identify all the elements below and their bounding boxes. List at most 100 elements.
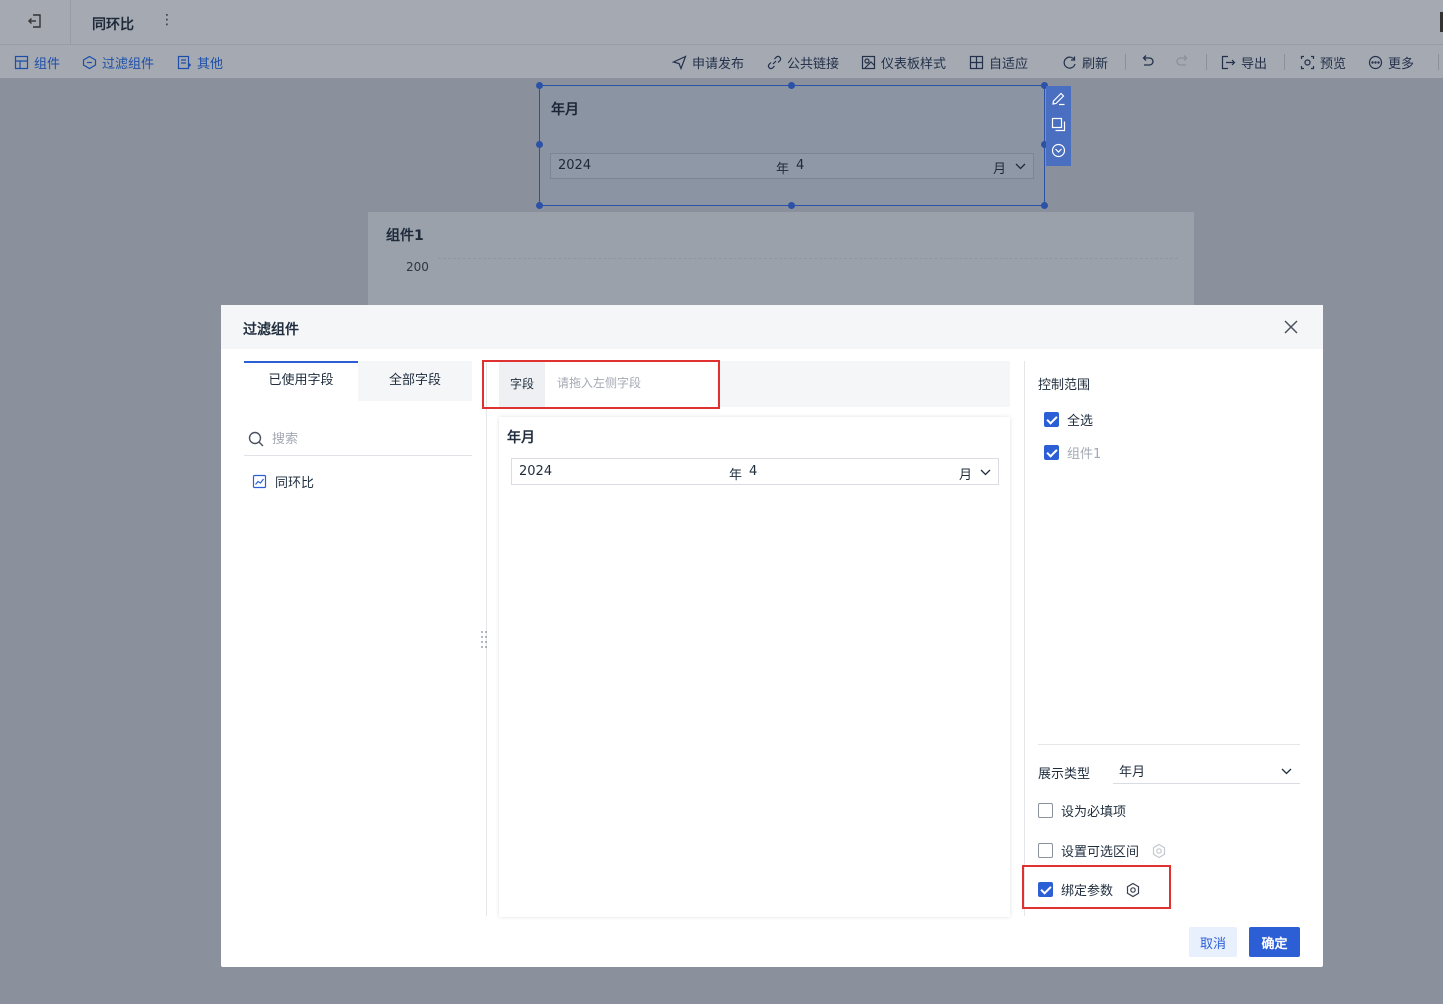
edit-icon[interactable] [1051, 91, 1066, 106]
toolbar-label: 自适应 [989, 57, 1029, 72]
toolbar-filter-widget[interactable]: 过滤组件 [82, 53, 154, 72]
preview-date-select[interactable]: 2024 年 4 月 [511, 458, 999, 485]
gear-icon[interactable] [1125, 882, 1141, 898]
tab-all-fields[interactable]: 全部字段 [358, 361, 472, 401]
chevron-down-icon [1015, 163, 1026, 170]
control-scope-title: 控制范围 [1038, 378, 1091, 393]
add-widget-icon [14, 55, 29, 70]
field-label: 字段 [499, 361, 545, 407]
toolbar-dashboard-style[interactable]: 仪表板样式 [861, 53, 946, 72]
preview-title: 年月 [507, 430, 535, 446]
checkbox[interactable] [1044, 412, 1059, 427]
field-search [244, 423, 472, 456]
resize-handle[interactable] [788, 202, 795, 209]
dialog-header: 过滤组件 [221, 305, 1323, 349]
required-checkbox[interactable]: 设为必填项 [1038, 801, 1126, 820]
select-all-checkbox[interactable]: 全选 [1044, 410, 1093, 429]
toolbar-export[interactable]: 导出 [1221, 53, 1267, 72]
checkbox-label: 绑定参数 [1061, 884, 1114, 899]
tab-used-fields[interactable]: 已使用字段 [244, 361, 358, 401]
toolbar-publish[interactable]: 申请发布 [672, 53, 744, 72]
toolbar-label: 导出 [1241, 57, 1268, 72]
gridline [438, 258, 1178, 259]
toolbar-adaptive[interactable]: 自适应 [969, 53, 1028, 72]
toolbar-redo[interactable] [1175, 53, 1190, 68]
resize-handle[interactable] [1041, 202, 1048, 209]
checkbox[interactable] [1044, 445, 1059, 460]
year-suffix: 年 [776, 162, 790, 177]
checkbox[interactable] [1038, 803, 1053, 818]
toolbar-label: 更多 [1388, 57, 1415, 72]
chevron-down-icon [1281, 768, 1292, 775]
toolbar-label: 组件 [34, 57, 61, 72]
copy-icon[interactable] [1051, 117, 1066, 132]
search-icon [248, 431, 264, 447]
divider [1125, 54, 1126, 70]
month-suffix: 月 [993, 162, 1007, 177]
style-icon [861, 55, 876, 70]
divider [1284, 54, 1285, 70]
field-item[interactable]: 同环比 [252, 472, 314, 491]
toolbar-public-link[interactable]: 公共链接 [767, 53, 839, 72]
checkbox[interactable] [1038, 882, 1053, 897]
top-bar: 同环比 ⋮ [0, 0, 1443, 45]
toolbar-other[interactable]: 其他 [177, 53, 223, 72]
close-icon[interactable] [1283, 319, 1299, 335]
display-type-select[interactable]: 年月 [1113, 756, 1300, 784]
month-suffix: 月 [959, 468, 973, 483]
preview-icon [1300, 55, 1315, 70]
bind-param-checkbox[interactable]: 绑定参数 [1038, 880, 1141, 899]
range-checkbox[interactable]: 设置可选区间 [1038, 841, 1167, 860]
toolbar-more[interactable]: 更多 [1368, 53, 1414, 72]
toolbar-add-widget[interactable]: 组件 [14, 53, 60, 72]
toolbar-label: 预览 [1320, 57, 1347, 72]
divider [1206, 54, 1207, 70]
canvas-filter-widget[interactable]: 年 月 2024 年 4 月 [539, 85, 1045, 206]
resize-handle[interactable] [536, 82, 543, 89]
toolbar-preview[interactable]: 预览 [1300, 53, 1346, 72]
toolbar-label: 其他 [197, 57, 224, 72]
exit-icon[interactable] [26, 12, 44, 30]
y-axis-tick: 200 [406, 260, 429, 274]
divider [1438, 54, 1439, 70]
checkbox-label: 组件1 [1067, 447, 1102, 462]
toolbar: 组件 过滤组件 其他 申请发布 公共链接 仪表板样式 自适应 刷新 导出 预览 … [0, 45, 1443, 78]
collapse-icon[interactable] [1051, 143, 1066, 158]
title-menu-icon[interactable]: ⋮ [160, 12, 174, 28]
scope-item-checkbox[interactable]: 组件1 [1044, 443, 1101, 462]
resize-handle[interactable] [788, 82, 795, 89]
grid-icon [969, 55, 984, 70]
divider [1038, 744, 1300, 745]
other-icon [177, 55, 191, 70]
toolbar-label: 过滤组件 [102, 57, 155, 72]
toolbar-label: 刷新 [1082, 57, 1109, 72]
field-drop-zone[interactable]: 请拖入左侧字段 [545, 361, 717, 407]
redo-icon [1176, 55, 1188, 66]
resize-handle[interactable] [536, 141, 543, 148]
confirm-button[interactable]: 确定 [1249, 927, 1300, 957]
field-name: 同环比 [275, 476, 315, 491]
undo-icon [1142, 55, 1154, 66]
drag-handle-icon[interactable] [480, 630, 488, 648]
toolbar-undo[interactable] [1140, 53, 1155, 68]
canvas-date-select[interactable]: 2024 年 4 月 [550, 153, 1034, 179]
toolbar-label: 仪表板样式 [881, 57, 947, 72]
checkbox[interactable] [1038, 843, 1053, 858]
more-icon [1368, 55, 1383, 70]
month-value: 4 [749, 464, 758, 479]
divider [70, 0, 71, 45]
canvas-chart-widget[interactable]: 组件1 200 [368, 212, 1194, 306]
widget-side-tools [1046, 86, 1071, 166]
field-tabs: 已使用字段 全部字段 [244, 361, 472, 401]
resize-handle[interactable] [536, 202, 543, 209]
year-value: 2024 [519, 464, 553, 479]
chevron-down-icon [980, 469, 991, 476]
checkbox-label: 全选 [1067, 414, 1094, 429]
toolbar-refresh[interactable]: 刷新 [1062, 53, 1108, 72]
gear-icon[interactable] [1151, 843, 1167, 859]
year-suffix: 年 [729, 468, 743, 483]
display-type-value: 年月 [1119, 765, 1146, 780]
search-input[interactable] [272, 427, 467, 451]
dashboard-title[interactable]: 同环比 [92, 14, 134, 34]
cancel-button[interactable]: 取消 [1189, 927, 1237, 957]
